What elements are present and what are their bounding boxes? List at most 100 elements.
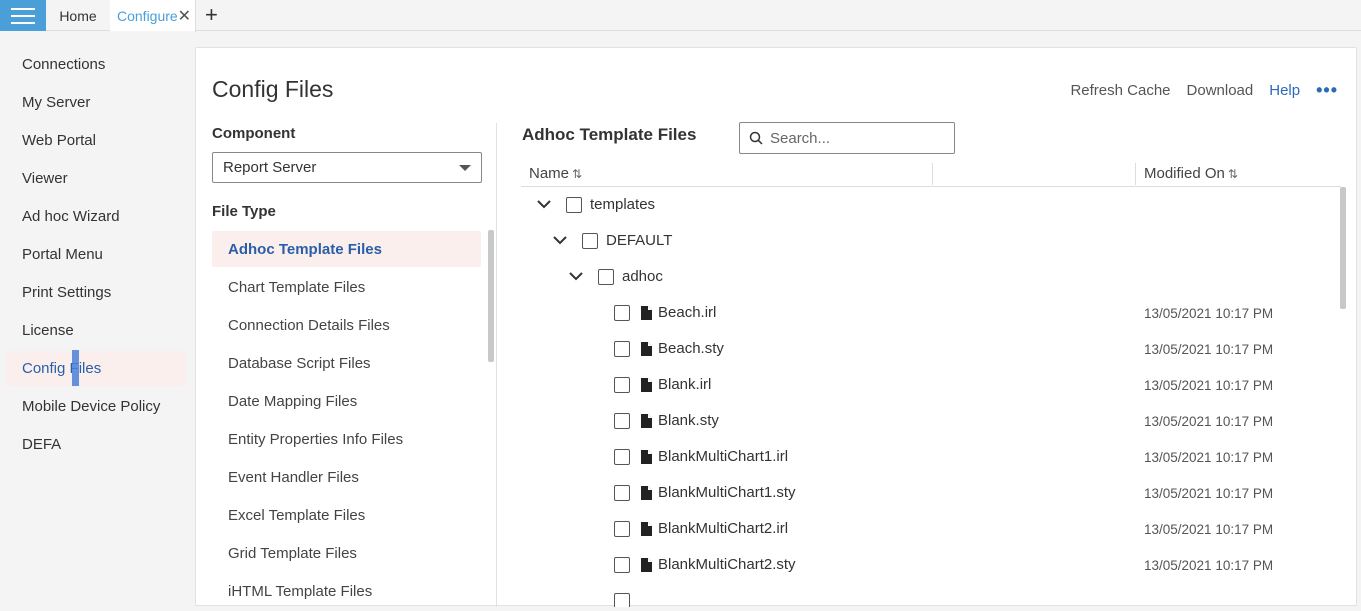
folder-label: adhoc [622,268,663,285]
left-pane: Component Report Server File Type Adhoc … [212,123,482,607]
file-row[interactable]: Beach.irl 13/05/2021 10:17 PM [521,295,1339,331]
help-button[interactable]: Help [1269,82,1300,99]
file-type-item-ihtml-template[interactable]: iHTML Template Files [212,573,481,607]
sidebar-item-portal-menu[interactable]: Portal Menu [6,237,186,272]
sort-icon: ⇅ [572,167,583,181]
column-separator [1135,163,1136,185]
row-checkbox[interactable] [566,197,582,213]
row-checkbox[interactable] [598,269,614,285]
file-icon [641,378,652,392]
file-row[interactable]: BlankMultiChart1.irl 13/05/2021 10:17 PM [521,439,1339,475]
chevron-down-icon[interactable] [568,268,584,284]
sidebar-item-web-portal[interactable]: Web Portal [6,123,186,158]
chevron-down-icon[interactable] [536,196,552,212]
file-modified: 13/05/2021 10:17 PM [1144,522,1274,537]
file-row[interactable] [521,583,1339,607]
sidebar-item-connections[interactable]: Connections [6,47,186,82]
more-options-icon[interactable]: ••• [1316,80,1338,101]
file-name: Beach.sty [658,340,724,357]
row-checkbox[interactable] [614,485,630,501]
sidebar-item-print-settings[interactable]: Print Settings [6,275,186,310]
component-selected-value: Report Server [223,159,317,176]
row-checkbox[interactable] [614,377,630,393]
config-files-panel: Config Files Refresh Cache Download Help… [195,47,1357,607]
add-tab-icon[interactable]: + [205,2,218,28]
file-modified: 13/05/2021 10:17 PM [1144,306,1274,321]
row-checkbox[interactable] [614,305,630,321]
pane-divider [496,123,497,607]
sidebar-item-config-files[interactable]: Config Files [6,351,186,386]
file-modified: 13/05/2021 10:17 PM [1144,414,1274,429]
row-checkbox[interactable] [614,413,630,429]
search-input[interactable]: Search... [739,122,955,154]
files-title: Adhoc Template Files [522,125,697,144]
file-tree-scrollbar[interactable] [1340,187,1346,309]
row-checkbox[interactable] [614,593,630,607]
page-actions: Refresh Cache Download Help ••• [1070,80,1338,101]
row-checkbox[interactable] [614,449,630,465]
column-header-modified[interactable]: Modified On ⇅ [1144,165,1238,182]
file-row[interactable]: Beach.sty 13/05/2021 10:17 PM [521,331,1339,367]
tab-configure[interactable]: Configure ✕ [110,0,196,32]
tree-folder-row: adhoc [521,259,1339,295]
file-type-item-entity-properties[interactable]: Entity Properties Info Files [212,421,481,457]
file-icon [641,522,652,536]
row-checkbox[interactable] [614,341,630,357]
sort-icon: ⇅ [1227,167,1238,181]
file-type-item-database-script[interactable]: Database Script Files [212,345,481,381]
file-row[interactable]: BlankMultiChart2.sty 13/05/2021 10:17 PM [521,547,1339,583]
file-name: BlankMultiChart2.irl [658,520,789,537]
file-name: Blank.sty [658,412,719,429]
tab-configure-label: Configure [117,8,178,24]
search-placeholder: Search... [770,129,831,147]
component-select[interactable]: Report Server [212,152,482,183]
file-icon [641,342,652,356]
file-type-item-adhoc-template[interactable]: Adhoc Template Files [212,231,481,267]
file-type-item-connection-details[interactable]: Connection Details Files [212,307,481,343]
tab-bar: Home Configure ✕ + [0,0,1361,32]
file-modified: 13/05/2021 10:17 PM [1144,450,1274,465]
file-modified: 13/05/2021 10:17 PM [1144,378,1274,393]
row-checkbox[interactable] [614,521,630,537]
chevron-down-icon[interactable] [552,232,568,248]
file-type-list: Adhoc Template Files Chart Template File… [212,231,482,607]
file-type-item-event-handler[interactable]: Event Handler Files [212,459,481,495]
column-modified-label: Modified On [1144,165,1225,182]
column-header-name[interactable]: Name ⇅ [529,165,582,182]
file-row[interactable]: BlankMultiChart1.sty 13/05/2021 10:17 PM [521,475,1339,511]
sidebar-item-adhoc-wizard[interactable]: Ad hoc Wizard [6,199,186,234]
sidebar-item-my-server[interactable]: My Server [6,85,186,120]
tab-home[interactable]: Home [46,0,110,31]
file-icon [641,306,652,320]
file-type-item-date-mapping[interactable]: Date Mapping Files [212,383,481,419]
file-type-scrollbar[interactable] [488,230,494,362]
sidebar-item-license[interactable]: License [6,313,186,348]
file-row[interactable]: Blank.sty 13/05/2021 10:17 PM [521,403,1339,439]
file-icon [641,414,652,428]
refresh-cache-button[interactable]: Refresh Cache [1070,82,1170,99]
row-checkbox[interactable] [582,233,598,249]
file-type-item-grid-template[interactable]: Grid Template Files [212,535,481,571]
file-type-item-chart-template[interactable]: Chart Template Files [212,269,481,305]
file-name: BlankMultiChart2.sty [658,556,796,573]
file-name: BlankMultiChart1.irl [658,448,789,465]
download-button[interactable]: Download [1187,82,1254,99]
close-icon[interactable]: ✕ [178,6,191,26]
row-checkbox[interactable] [614,557,630,573]
file-icon [641,558,652,572]
hamburger-menu-icon[interactable] [0,0,46,31]
sidebar-item-viewer[interactable]: Viewer [6,161,186,196]
file-type-label: File Type [212,203,276,220]
sidebar-item-defa[interactable]: DEFA [6,427,186,462]
file-name: Beach.irl [658,304,717,321]
tree-folder-row: DEFAULT [521,223,1339,259]
sidebar-item-mobile-device-policy[interactable]: Mobile Device Policy [6,389,186,424]
file-row[interactable]: BlankMultiChart2.irl 13/05/2021 10:17 PM [521,511,1339,547]
column-name-label: Name [529,165,570,182]
search-icon [749,131,763,145]
file-modified: 13/05/2021 10:17 PM [1144,486,1274,501]
page-title: Config Files [212,76,334,102]
file-type-item-excel-template[interactable]: Excel Template Files [212,497,481,533]
file-row[interactable]: Blank.irl 13/05/2021 10:17 PM [521,367,1339,403]
file-name: BlankMultiChart1.sty [658,484,796,501]
